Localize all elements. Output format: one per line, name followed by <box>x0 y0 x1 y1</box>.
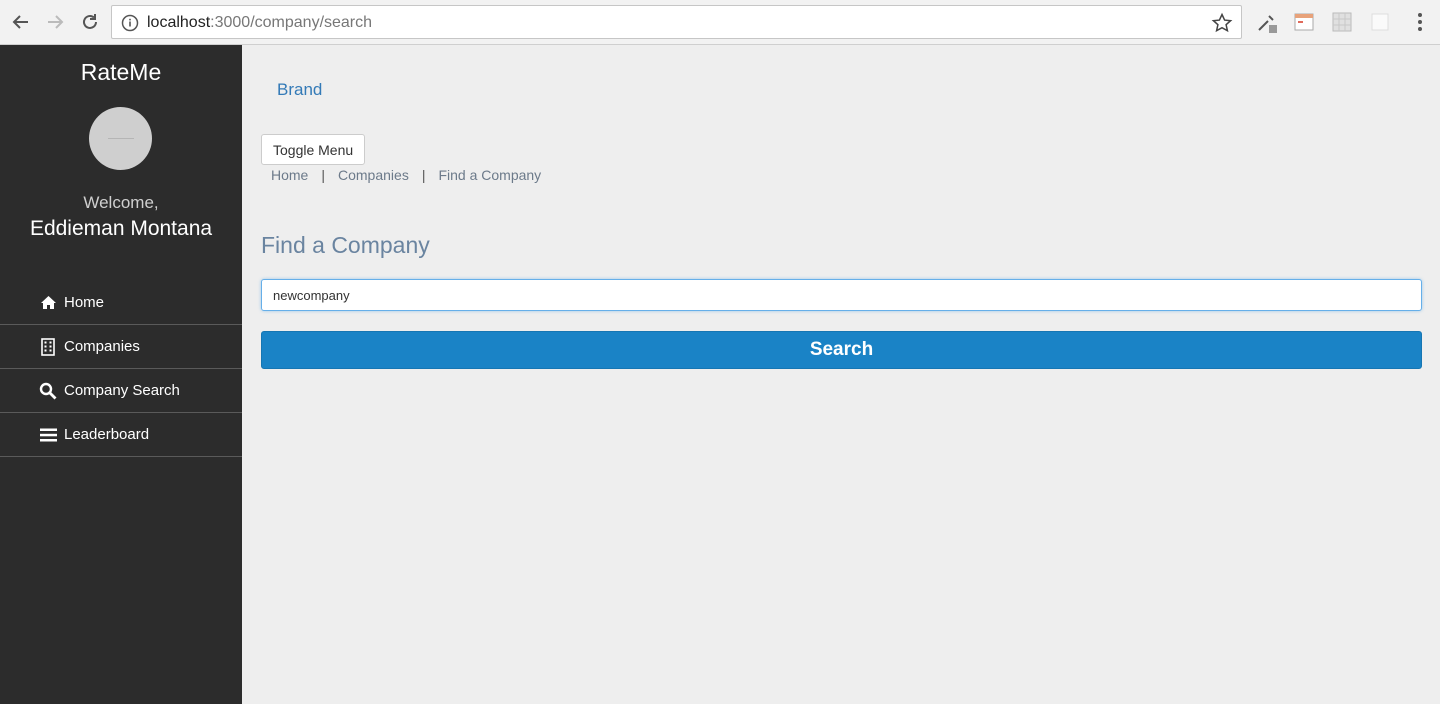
back-button[interactable] <box>9 10 33 34</box>
company-search-input[interactable] <box>261 279 1422 311</box>
app-title: RateMe <box>80 59 162 85</box>
breadcrumb-separator: | <box>321 167 325 183</box>
avatar <box>89 107 152 170</box>
user-name: Eddieman Montana <box>29 217 213 240</box>
grid-extension-icon[interactable] <box>1331 11 1353 33</box>
sidebar-item-leaderboard[interactable]: Leaderboard <box>0 413 242 457</box>
sidebar-item-companies[interactable]: Companies <box>0 325 242 369</box>
sidebar-item-label: Leaderboard <box>64 426 150 443</box>
calendar-extension-icon[interactable] <box>1293 11 1315 33</box>
brand-link[interactable]: Brand <box>277 80 322 100</box>
browser-toolbar: localhost:3000/company/search <box>0 0 1440 45</box>
address-bar[interactable]: localhost:3000/company/search <box>111 5 1242 39</box>
info-icon[interactable] <box>121 14 139 32</box>
url-path: :3000/company/search <box>210 14 373 31</box>
sidebar-item-home[interactable]: Home <box>0 281 242 325</box>
breadcrumb: Home | Companies | Find a Company <box>271 167 541 183</box>
eyedropper-extension-icon[interactable] <box>1256 11 1278 33</box>
reload-icon <box>83 14 97 29</box>
search-button[interactable]: Search <box>261 331 1422 369</box>
bookmark-star-icon[interactable] <box>1211 12 1233 34</box>
breadcrumb-home[interactable]: Home <box>271 167 308 183</box>
more-menu-icon[interactable] <box>1409 11 1431 33</box>
reload-button[interactable] <box>78 10 102 34</box>
page-title: Find a Company <box>261 232 430 258</box>
search-icon <box>38 381 58 401</box>
main-content: Brand Toggle Menu Home | Companies | Find a … <box>242 45 1440 704</box>
blank-extension-icon[interactable] <box>1369 11 1391 33</box>
url-text[interactable]: localhost:3000/company/search <box>147 14 372 32</box>
avatar-placeholder-icon <box>107 137 134 139</box>
breadcrumb-companies[interactable]: Companies <box>338 167 409 183</box>
sidebar-item-label: Home <box>64 294 105 311</box>
back-arrow-icon <box>12 15 28 29</box>
breadcrumb-separator: | <box>421 167 426 183</box>
forward-button[interactable] <box>43 10 67 34</box>
breadcrumb-find-company[interactable]: Find a Company <box>438 167 541 183</box>
forward-arrow-icon <box>48 15 64 29</box>
toggle-menu-button[interactable]: Toggle Menu <box>261 134 366 165</box>
building-icon <box>38 337 58 357</box>
list-icon <box>38 425 58 445</box>
url-host: localhost <box>147 14 211 31</box>
welcome-text: Welcome, <box>83 193 159 212</box>
sidebar-item-label: Company Search <box>64 382 180 399</box>
sidebar-menu: Home Companies Company Search Leaderboar… <box>0 281 242 457</box>
sidebar-item-label: Companies <box>64 338 140 355</box>
home-icon <box>38 293 58 313</box>
sidebar: RateMe Welcome, Eddieman Montana Home Co… <box>0 45 242 704</box>
sidebar-item-company-search[interactable]: Company Search <box>0 369 242 413</box>
